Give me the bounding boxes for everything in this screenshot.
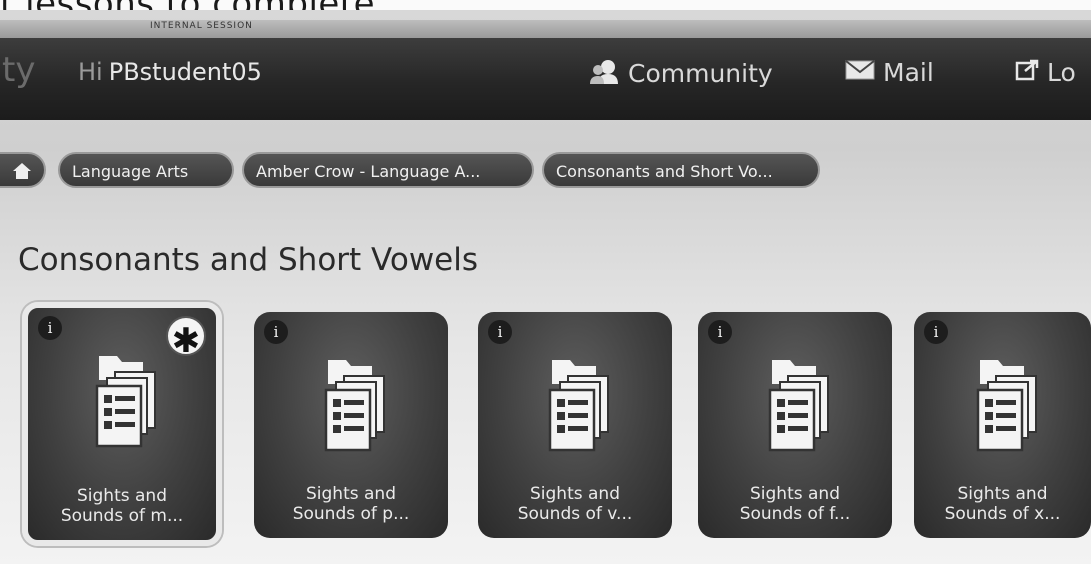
logout-label: Lo xyxy=(1047,58,1076,87)
asterisk-badge-icon: ✱ xyxy=(166,316,206,361)
lesson-title-line2: Sounds of p... xyxy=(292,504,410,524)
info-icon[interactable]: i xyxy=(38,316,62,340)
lesson-title-line2: Sounds of f... xyxy=(739,504,851,524)
info-icon[interactable]: i xyxy=(924,320,948,344)
breadcrumb: Language Arts Amber Crow - Language A...… xyxy=(0,152,1091,190)
lesson-tile[interactable]: i Sights an xyxy=(478,312,672,538)
lesson-folder-icon xyxy=(77,350,167,450)
lesson-title: Sights and Sounds of v... xyxy=(478,484,672,524)
breadcrumb-item-amber-crow[interactable]: Amber Crow - Language A... xyxy=(242,152,534,188)
lesson-title: Sights and Sounds of x... xyxy=(914,484,1091,524)
username: PBstudent05 xyxy=(108,58,262,86)
info-icon[interactable]: i xyxy=(264,320,288,344)
lesson-folder-icon xyxy=(530,354,620,454)
lesson-title-line1: Sights and xyxy=(957,484,1048,504)
mail-icon xyxy=(845,59,875,86)
mail-label: Mail xyxy=(883,58,934,87)
lesson-title: Sights and Sounds of p... xyxy=(254,484,448,524)
user-greeting: Hi PBstudent05 xyxy=(78,58,262,86)
session-label: INTERNAL SESSION xyxy=(150,21,253,31)
breadcrumb-item-language-arts[interactable]: Language Arts xyxy=(58,152,234,188)
logout-link[interactable]: Lo xyxy=(1015,58,1076,87)
lesson-title-line2: Sounds of x... xyxy=(944,504,1061,524)
home-icon xyxy=(12,162,32,181)
lesson-title-line1: Sights and xyxy=(530,484,620,504)
community-link[interactable]: Community xyxy=(590,58,773,89)
lesson-tiles: i ✱ Sights and Sounds of m... i Sights a… xyxy=(0,302,1091,552)
page-title: Consonants and Short Vowels xyxy=(18,242,479,278)
breadcrumb-home[interactable] xyxy=(0,152,46,188)
lesson-folder-icon xyxy=(306,354,396,454)
lesson-tile[interactable]: i Sights an xyxy=(914,312,1091,538)
greeting-prefix: Hi xyxy=(78,58,103,86)
breadcrumb-item-consonants[interactable]: Consonants and Short Vo... xyxy=(542,152,820,188)
lesson-title: Sights and Sounds of m... xyxy=(28,486,216,526)
logout-icon xyxy=(1015,59,1039,86)
page: t lessons to complete. INTERNAL SESSION … xyxy=(0,0,1091,564)
info-icon[interactable]: i xyxy=(488,320,512,344)
brand-logo-fragment: ty xyxy=(2,50,36,90)
screen: INTERNAL SESSION ty Hi PBstudent05 Commun… xyxy=(0,10,1091,564)
lesson-title-line1: Sights and xyxy=(750,484,840,504)
lesson-folder-icon xyxy=(958,354,1048,454)
session-strip: INTERNAL SESSION xyxy=(0,20,1091,38)
lesson-title-line2: Sounds of m... xyxy=(60,506,184,526)
info-icon[interactable]: i xyxy=(708,320,732,344)
lesson-title-line1: Sights and xyxy=(306,484,396,504)
lesson-tile[interactable]: i Sights an xyxy=(254,312,448,538)
lesson-title-line1: Sights and xyxy=(77,486,167,506)
lesson-tile[interactable]: i Sights an xyxy=(698,312,892,538)
lesson-tile[interactable]: i ✱ Sights and Sounds of m... xyxy=(22,302,222,546)
mail-link[interactable]: Mail xyxy=(845,58,934,87)
community-icon xyxy=(590,58,620,89)
lesson-folder-icon xyxy=(750,354,840,454)
lesson-title: Sights and Sounds of f... xyxy=(698,484,892,524)
community-label: Community xyxy=(628,59,773,88)
lesson-title-line2: Sounds of v... xyxy=(517,504,633,524)
top-navigation-bar: ty Hi PBstudent05 Community Mail Lo xyxy=(0,38,1091,120)
